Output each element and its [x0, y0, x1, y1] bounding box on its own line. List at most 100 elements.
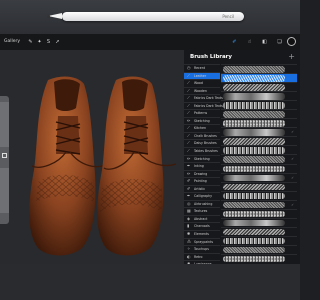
brush-stroke-icon: ⟋ — [187, 102, 190, 108]
category-item[interactable]: ✐ Painting — [184, 177, 220, 185]
brush-category-list: ◷ Recent ⟋ Leather ⟋ Wood ⟋ Wooden ⟋ Fabrics Dark… — [184, 64, 223, 264]
brush-stroke-preview — [223, 246, 285, 254]
brush-stroke-preview — [223, 129, 285, 136]
brush-stroke-preview — [223, 66, 285, 73]
brush-item[interactable] — [221, 91, 297, 100]
brush-item[interactable] — [221, 181, 297, 191]
brush-icon: ✐ — [187, 185, 191, 191]
category-item[interactable]: ⟋ Fabrics Dark Texts — [184, 101, 223, 110]
brush-item[interactable] — [221, 73, 297, 83]
touchup-icon: ✧ — [187, 246, 191, 252]
eraser-icon[interactable]: ◧ — [260, 37, 269, 47]
wrench-icon[interactable]: ✎ — [26, 37, 35, 47]
brush-item[interactable] — [221, 64, 297, 73]
pencil-icon: ✏ — [187, 117, 191, 123]
top-toolbar: Gallery ✎ ✦ S ➚ ✐ ☝ ◧ ❏ — [0, 34, 300, 50]
brush-stroke-preview — [223, 75, 285, 82]
brush-stroke-preview — [223, 93, 285, 100]
brush-item[interactable] — [221, 100, 297, 109]
category-item[interactable]: ◈ Abstract — [184, 214, 220, 223]
selection-icon[interactable]: S — [44, 37, 53, 47]
category-item[interactable]: ⁂ Spraypaints — [184, 237, 220, 246]
left-shoe — [29, 76, 107, 256]
category-item[interactable]: ✏ Drawing — [184, 169, 220, 178]
category-item[interactable]: ◎ Airbrushing — [184, 199, 220, 208]
brush-list: ✓ ✓ ✓ ✓ — [221, 64, 297, 263]
brush-item[interactable] — [221, 244, 297, 254]
modify-button[interactable] — [2, 153, 7, 158]
category-item[interactable]: ⟋ Fabrics Dark Texts — [184, 94, 223, 102]
brush-stroke-preview — [223, 111, 285, 118]
brush-stroke-preview — [223, 183, 285, 191]
category-item[interactable]: ✏ Sketching — [184, 154, 220, 163]
brush-item[interactable] — [221, 109, 297, 118]
brush-stroke-icon: ⟋ — [187, 87, 190, 93]
category-item[interactable]: ✏ Sketching — [184, 116, 220, 125]
category-item[interactable]: ⟋ Wooden — [184, 86, 220, 95]
category-item[interactable]: ◐ Retro — [184, 252, 220, 261]
pen-icon: ✒ — [187, 163, 191, 169]
brush-stroke-preview — [223, 147, 285, 154]
right-shoe — [97, 76, 177, 256]
category-item[interactable]: ✺ Elements — [184, 230, 220, 238]
magic-wand-icon[interactable]: ✦ — [35, 37, 44, 47]
category-item[interactable]: ⟋ Kitchen — [184, 124, 220, 132]
brush-item[interactable] — [221, 226, 297, 236]
gallery-button[interactable]: Gallery — [4, 37, 20, 47]
brush-item[interactable] — [221, 118, 297, 127]
brush-size-slider[interactable] — [0, 102, 9, 147]
abstract-icon: ◈ — [187, 215, 191, 221]
brush-stroke-preview — [223, 174, 285, 182]
category-item[interactable]: ⟋ Patterns — [184, 109, 220, 117]
brush-item[interactable] — [221, 208, 297, 218]
brush-icon[interactable]: ✐ — [230, 37, 239, 47]
brush-item[interactable]: ✓ — [221, 199, 297, 209]
smudge-icon[interactable]: ☝ — [245, 37, 254, 47]
brush-item[interactable] — [221, 136, 297, 145]
category-item[interactable]: ✒ Calligraphy — [184, 192, 220, 200]
left-sidebar — [0, 96, 9, 224]
category-item[interactable]: ⟋ Tables Brushes — [184, 147, 220, 155]
brush-stroke-icon: ⟋ — [187, 148, 190, 154]
category-item[interactable]: ✐ Artistic — [184, 184, 220, 193]
opacity-slider[interactable] — [0, 168, 9, 213]
charcoal-icon: ▮ — [187, 223, 190, 229]
brush-item[interactable] — [221, 235, 297, 245]
brush-item[interactable]: ✓ — [221, 154, 297, 163]
arrow-icon[interactable]: ➚ — [53, 37, 62, 47]
brush-stroke-icon: ⟋ — [187, 95, 190, 101]
colour-swatch[interactable] — [287, 37, 296, 46]
pencil-icon: ✏ — [187, 155, 191, 161]
brush-item[interactable] — [221, 82, 297, 91]
retro-icon: ◐ — [187, 253, 191, 259]
brush-tag: ✓ — [291, 157, 294, 162]
canvas-artwork[interactable] — [10, 52, 182, 260]
category-item[interactable]: ⟋ Daisy Brushes — [184, 139, 220, 147]
category-item[interactable]: ⟋ Chalk Brushes — [184, 131, 220, 140]
brush-stroke-preview — [223, 237, 285, 245]
brush-stroke-icon: ⟋ — [187, 132, 190, 138]
category-item[interactable]: ⟋ Leather — [184, 71, 220, 80]
pen-icon: ✒ — [187, 193, 191, 199]
category-item[interactable]: ▦ Textures — [184, 207, 220, 215]
category-item[interactable]: ✧ Touchups — [184, 245, 220, 253]
category-item[interactable]: ✒ Inking — [184, 162, 220, 170]
brush-library-panel: Brush Library + ◷ Recent ⟋ Leather ⟋ Wood ⟋ Woo… — [184, 50, 300, 264]
category-item[interactable]: ◷ Recent — [184, 64, 220, 72]
layers-icon[interactable]: ❏ — [275, 37, 284, 47]
brush-item[interactable] — [221, 190, 297, 200]
brush-item[interactable] — [221, 217, 297, 227]
elements-icon: ✺ — [187, 231, 191, 237]
category-item[interactable]: ▮ Charcoals — [184, 222, 220, 230]
texture-icon: ▦ — [187, 208, 191, 214]
brush-item[interactable]: ✓ — [221, 172, 297, 182]
brush-item[interactable] — [221, 253, 297, 263]
brush-item[interactable]: ✓ — [221, 127, 297, 136]
category-item[interactable]: ⟋ Wood — [184, 79, 220, 87]
brush-item[interactable] — [221, 163, 297, 173]
brush-item[interactable] — [221, 145, 297, 154]
brush-tag: ✓ — [291, 175, 294, 180]
add-brush-button[interactable]: + — [288, 52, 295, 62]
brush-stroke-preview — [223, 219, 285, 227]
airbrush-icon: ◎ — [187, 200, 191, 206]
